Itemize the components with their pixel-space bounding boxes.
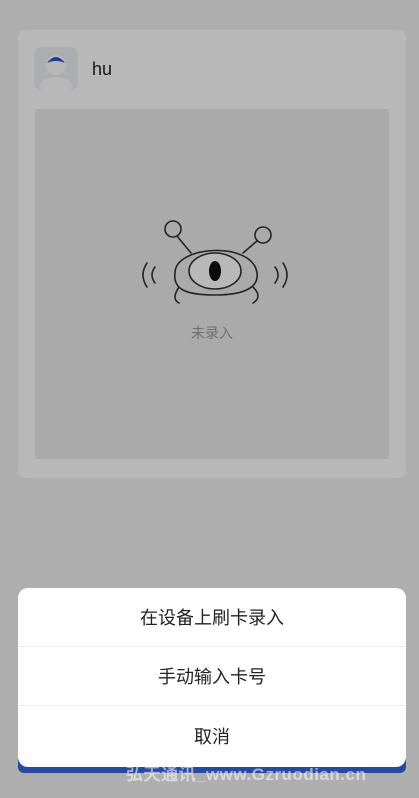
cancel-button[interactable]: 取消 [18,706,406,765]
watermark: 弘天通讯_www.Gzruodian.cn [126,765,367,784]
manual-card-number-option[interactable]: 手动输入卡号 [18,647,406,706]
swipe-card-on-device-option[interactable]: 在设备上刷卡录入 [18,588,406,647]
action-sheet: 在设备上刷卡录入 手动输入卡号 取消 [18,588,406,767]
